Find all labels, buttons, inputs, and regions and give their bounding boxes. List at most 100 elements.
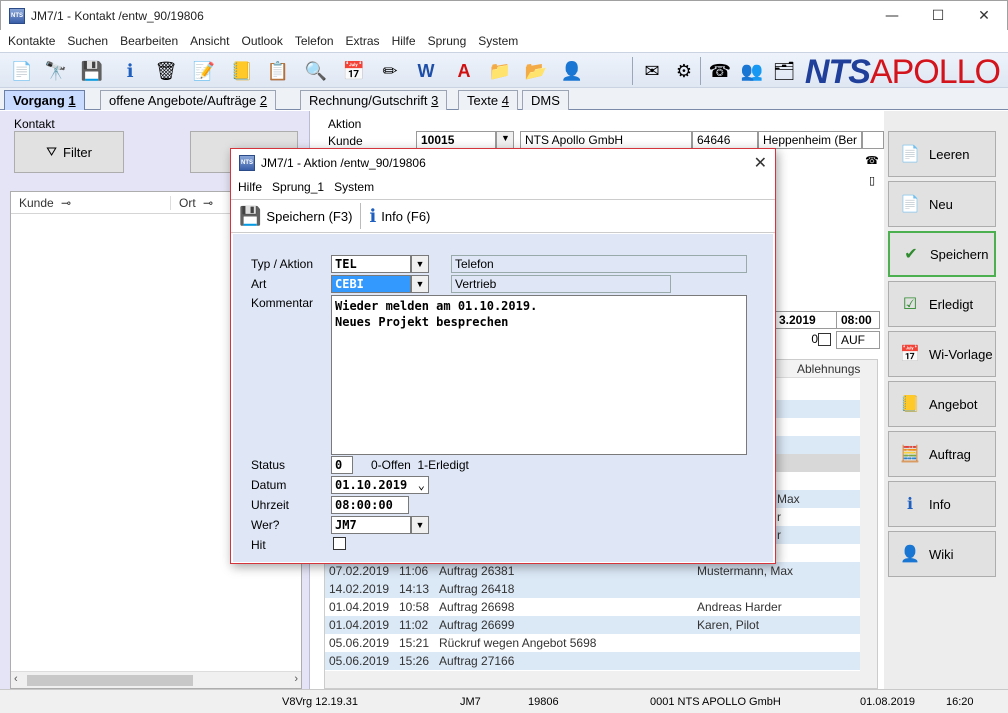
erledigt-button[interactable]: ☑ Erledigt — [888, 281, 996, 327]
scroll-right-icon[interactable]: › — [294, 673, 298, 685]
table-row[interactable]: 01.04.2019 10:58 Auftrag 26698 Andreas Hard… — [325, 598, 861, 616]
time-field[interactable]: 08:00 — [836, 311, 880, 329]
status-input[interactable]: 0 — [331, 456, 353, 474]
contacts-icon[interactable]: 👥 — [738, 57, 766, 85]
calendar-warning-icon[interactable]: 📅 — [340, 57, 368, 85]
menu-kontakte[interactable]: Kontakte — [2, 34, 61, 48]
status-hint: 0-Offen 1-Erledigt — [371, 458, 469, 472]
wi-vorlage-button[interactable]: 📅 Wi-Vorlage — [888, 331, 996, 377]
binder-icon[interactable]: 📂 — [522, 57, 550, 85]
table-row[interactable]: 05.06.2019 15:21 Rückruf wegen Angebot 569… — [325, 634, 861, 652]
info-icon[interactable]: ℹ — [116, 57, 144, 85]
aktion-dialog: NTS JM7/1 - Aktion /entw_90/19806 ✕ Hilf… — [230, 148, 776, 564]
dialog-menu-system[interactable]: System — [329, 180, 379, 194]
scroll-thumb[interactable] — [27, 675, 193, 686]
chevron-down-icon[interactable]: ▼ — [496, 131, 514, 149]
uhrzeit-label: Uhrzeit — [251, 498, 290, 512]
count-checkbox[interactable] — [818, 333, 831, 346]
datum-input[interactable]: 01.10.2019 ⌄ — [331, 476, 429, 494]
grid-vertical-scrollbar[interactable] — [860, 360, 877, 688]
table-row[interactable]: 14.02.2019 14:13 Auftrag 26418 — [325, 580, 861, 598]
binoculars-icon[interactable]: 🔭 — [42, 57, 70, 85]
column-ort[interactable]: Ort ⊸ — [171, 196, 213, 210]
tab-vorgang[interactable]: Vorgang 1 — [4, 90, 85, 110]
menu-sprung[interactable]: Sprung — [422, 34, 473, 48]
tab-texte[interactable]: Texte 4 — [458, 90, 518, 110]
typ-input[interactable]: TEL — [331, 255, 411, 273]
dialog-save-button[interactable]: 💾 Speichern (F3) — [231, 200, 360, 232]
new-document-icon: 📄 — [900, 196, 920, 213]
preview-icon[interactable]: 🔍 — [302, 57, 330, 85]
menu-telefon[interactable]: Telefon — [289, 34, 340, 48]
kunde-number-field[interactable]: 10015 — [416, 131, 496, 149]
ablehnungs-column[interactable]: Ablehnungs — [797, 362, 860, 376]
angebot-button[interactable]: 📒 Angebot — [888, 381, 996, 427]
dialog-info-button[interactable]: ℹ Info (F6) — [361, 200, 438, 232]
menu-extras[interactable]: Extras — [340, 34, 386, 48]
chevron-down-icon[interactable]: ⌄ — [418, 478, 425, 492]
pdf-icon[interactable]: A — [450, 57, 478, 85]
kommentar-textarea[interactable]: Wieder melden am 01.10.2019. Neues Proje… — [331, 295, 747, 455]
menu-ansicht[interactable]: Ansicht — [184, 34, 235, 48]
dialog-menu-hilfe[interactable]: Hilfe — [233, 180, 267, 194]
leeren-button[interactable]: 📄 Leeren — [888, 131, 996, 177]
table-row[interactable]: 05.06.2019 15:26 Auftrag 27166 — [325, 652, 861, 670]
mail-icon[interactable]: ✉ — [638, 57, 666, 85]
folder-icon[interactable]: 📁 — [486, 57, 514, 85]
table-row[interactable]: 07.02.2019 11:06 Auftrag 26381 Mustermann, … — [325, 562, 861, 580]
gear-icon[interactable]: ⚙ — [670, 57, 698, 85]
trash-icon[interactable]: 🗑 — [152, 57, 180, 85]
close-icon[interactable]: ✕ — [754, 153, 767, 173]
tab-rechnung[interactable]: Rechnung/Gutschrift 3 — [300, 90, 448, 110]
chevron-down-icon[interactable]: ▼ — [411, 255, 429, 273]
menu-suchen[interactable]: Suchen — [61, 34, 114, 48]
filter-button[interactable]: ⛛ Filter — [14, 131, 124, 173]
save-disk-icon[interactable]: 💾 — [78, 57, 106, 85]
dialog-menu-sprung[interactable]: Sprung_1 — [267, 180, 329, 194]
date-field[interactable]: 3.2019 — [774, 311, 838, 329]
aktion-label: Aktion — [328, 117, 362, 131]
scroll-left-icon[interactable]: ‹ — [14, 673, 18, 685]
toolbar-separator — [700, 57, 701, 85]
user-info-icon[interactable]: 👤 — [558, 57, 586, 85]
table-row[interactable]: 01.04.2019 11:02 Auftrag 26699 Karen, Pilot — [325, 616, 861, 634]
uhrzeit-input[interactable]: 08:00:00 — [331, 496, 409, 514]
status-user: JM7 — [460, 696, 481, 708]
neu-button[interactable]: 📄 Neu — [888, 181, 996, 227]
menu-hilfe[interactable]: Hilfe — [386, 34, 422, 48]
dialog-menu: Hilfe Sprung_1 System — [231, 177, 775, 197]
form-icon[interactable]: 📋 — [264, 57, 292, 85]
notes-icon[interactable]: 📒 — [228, 57, 256, 85]
art-input[interactable]: CEBI — [331, 275, 411, 293]
column-kunde[interactable]: Kunde ⊸ — [11, 195, 171, 210]
minimize-button[interactable]: — — [869, 1, 915, 31]
chevron-down-icon[interactable]: ▼ — [411, 516, 429, 534]
speichern-button[interactable]: ✔ Speichern — [888, 231, 996, 277]
card-icon[interactable]: 🗂 — [770, 57, 798, 85]
tab-offene-angebote[interactable]: offene Angebote/Aufträge 2 — [100, 90, 277, 110]
menu-outlook[interactable]: Outlook — [235, 34, 288, 48]
phone-small-icon[interactable]: ☎ — [864, 152, 880, 168]
word-icon[interactable]: W — [412, 57, 440, 85]
chevron-down-icon[interactable]: ▼ — [411, 275, 429, 293]
typ-label: Typ / Aktion — [251, 257, 314, 271]
maximize-button[interactable]: ☐ — [915, 1, 961, 31]
close-button[interactable]: ✕ — [961, 1, 1007, 31]
info-button[interactable]: ℹ Info — [888, 481, 996, 527]
tab-dms[interactable]: DMS — [522, 90, 569, 110]
status-date: 01.08.2019 — [860, 696, 916, 708]
menu-bearbeiten[interactable]: Bearbeiten — [114, 34, 184, 48]
edit-icon[interactable]: ✏ — [376, 57, 404, 85]
mobile-small-icon[interactable]: ▯ — [864, 172, 880, 188]
auftrag-button[interactable]: 🧮 Auftrag — [888, 431, 996, 477]
menu-system[interactable]: System — [472, 34, 524, 48]
hit-checkbox[interactable] — [333, 537, 346, 550]
phone-icon[interactable]: ☎ — [706, 57, 734, 85]
new-document-icon[interactable]: 📄 — [8, 57, 36, 85]
wer-input[interactable]: JM7 — [331, 516, 411, 534]
wiki-button[interactable]: 👤 Wiki — [888, 531, 996, 577]
grid-horizontal-scrollbar[interactable] — [325, 671, 862, 688]
list-horizontal-scrollbar[interactable]: ‹ › — [11, 671, 301, 688]
document-pen-icon[interactable]: 📝 — [190, 57, 218, 85]
dialog-title: JM7/1 - Aktion /entw_90/19806 — [261, 156, 426, 170]
